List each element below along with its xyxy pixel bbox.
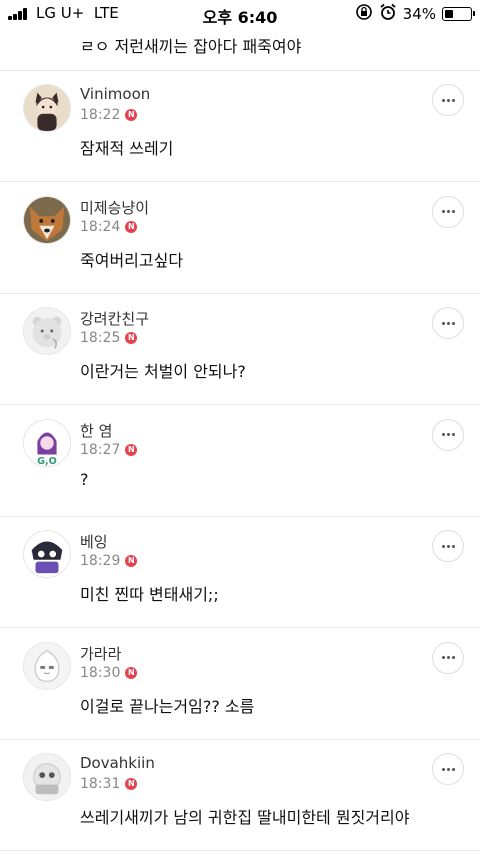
battery-icon (442, 7, 475, 21)
character-avatar-icon[interactable] (23, 84, 71, 132)
cartoon-avatar-icon[interactable] (23, 530, 71, 578)
purple-character-avatar-icon[interactable]: G,O (23, 418, 71, 467)
comment-body: ? (80, 469, 89, 489)
comment-meta: 18:25 N (80, 329, 138, 347)
comment-item: G,O 한 염 18:27 N ? (0, 406, 480, 517)
comment-nickname[interactable]: 미제승냥이 (80, 197, 149, 218)
comment-meta: 18:27 N (80, 441, 138, 459)
comment-item: Vinimoon 18:22 N 잠재적 쓰레기 (0, 71, 480, 182)
status-icons: 34% (355, 3, 475, 26)
more-options-button[interactable] (432, 530, 464, 562)
comment-body: 죽여버리고싶다 (80, 250, 184, 270)
more-options-button[interactable] (432, 195, 464, 228)
comment-meta: 18:30 N (80, 664, 138, 682)
wolf-avatar-icon[interactable] (23, 195, 71, 244)
more-dots-icon (441, 210, 445, 213)
svg-text:G,O: G,O (37, 456, 57, 466)
rotation-lock-icon (355, 3, 373, 26)
comment-body: 잠재적 쓰레기 (80, 139, 174, 158)
default-bear-avatar-icon[interactable] (23, 307, 71, 355)
comment-item: 미제승냥이 18:24 N 죽여버리고싶다 (0, 183, 480, 294)
new-badge: N (125, 443, 138, 456)
more-dots-icon (441, 767, 445, 771)
comment-body: 미친 찐따 변태새기;; (80, 585, 219, 604)
comment-nickname[interactable]: Vinimoon (80, 85, 150, 103)
more-options-button[interactable] (432, 753, 464, 785)
comment-item: 가라라 18:30 N 이걸로 끝나는거임?? 소름 (0, 629, 480, 740)
new-badge: N (125, 778, 138, 790)
comment-nickname[interactable]: 한 염 (80, 420, 112, 441)
more-dots-icon (441, 433, 445, 436)
more-dots-icon (441, 544, 445, 548)
alarm-icon (379, 3, 397, 26)
default-avatar-icon[interactable] (23, 753, 71, 801)
comment-meta: 18:31 N (80, 775, 138, 793)
comment-nickname[interactable]: Dovahkiin (80, 754, 155, 772)
comment-nickname[interactable]: 강려칸친구 (80, 308, 149, 329)
previous-comment-body: ㄹㅇ 저런새끼는 잡아다 패죽여야 (80, 37, 302, 56)
comment-body: 쓰레기새끼가 남의 귀한집 딸내미한테 뭔짓거리야 (80, 808, 410, 827)
comment-meta: 18:24 N (80, 218, 138, 236)
new-badge: N (125, 666, 138, 679)
comment-meta: 18:29 N (80, 552, 138, 570)
comment-nickname[interactable]: 베잉 (80, 531, 108, 552)
new-badge: N (125, 220, 138, 233)
comment-time: 18:24 (80, 218, 121, 235)
comment-time: 18:25 (80, 330, 121, 346)
comment-time: 18:27 (80, 441, 121, 458)
comment-nickname[interactable]: 가라라 (80, 643, 121, 664)
more-dots-icon (441, 98, 445, 102)
more-options-button[interactable] (432, 307, 464, 339)
comment-time: 18:31 (80, 776, 121, 792)
comment-time: 18:29 (80, 553, 121, 569)
new-badge: N (125, 332, 138, 344)
comment-item: 강려칸친구 18:25 N 이란거는 처벌이 안되나? (0, 294, 480, 405)
comment-item: 베잉 18:29 N 미친 찐따 변태새기;; (0, 517, 480, 628)
divider (0, 850, 480, 851)
new-badge: N (125, 555, 138, 567)
more-options-button[interactable] (432, 641, 464, 674)
status-bar: LG U+ LTE 오후 6:40 34% (0, 0, 480, 28)
comment-time: 18:30 (80, 664, 121, 681)
more-options-button[interactable] (432, 84, 464, 116)
battery-percent: 34% (402, 5, 436, 23)
comment-time: 18:22 (80, 107, 121, 123)
comment-item: Dovahkiin 18:31 N 쓰레기새끼가 남의 귀한집 딸내미한테 뭔짓… (0, 740, 480, 851)
more-dots-icon (441, 321, 445, 325)
new-badge: N (125, 109, 138, 121)
comment-body: 이걸로 끝나는거임?? 소름 (80, 696, 255, 716)
more-options-button[interactable] (432, 418, 464, 451)
default-peach-avatar-icon[interactable] (23, 641, 71, 690)
comment-body: 이란거는 처벌이 안되나? (80, 362, 246, 381)
more-dots-icon (441, 656, 445, 659)
comment-meta: 18:22 N (80, 106, 138, 124)
